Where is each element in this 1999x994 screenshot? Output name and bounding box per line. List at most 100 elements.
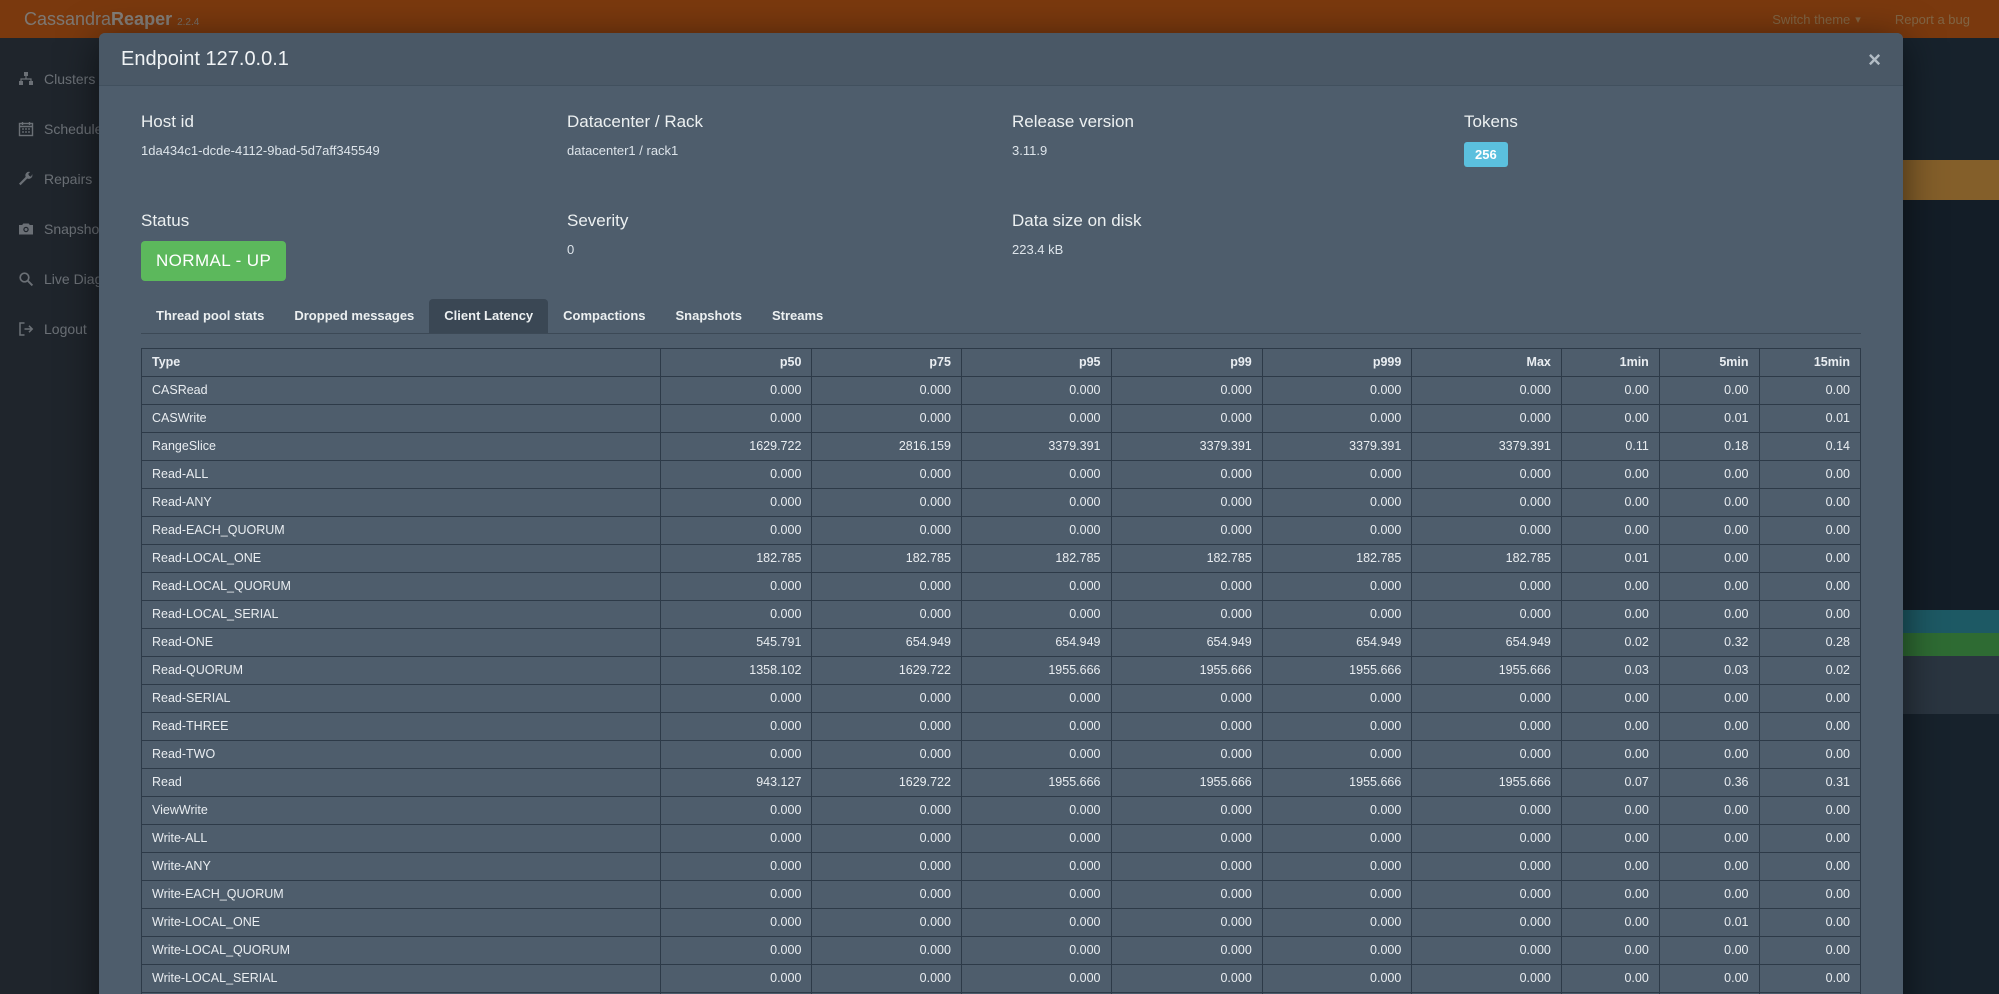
metric-value-cell: 0.00 xyxy=(1759,881,1860,909)
tab[interactable]: Dropped messages xyxy=(279,299,429,333)
metric-value-cell: 0.03 xyxy=(1659,657,1759,685)
metric-value-cell: 0.31 xyxy=(1759,769,1860,797)
table-row: Write-LOCAL_SERIAL 0.0000.0000.0000.0000… xyxy=(142,965,1861,993)
tab[interactable]: Compactions xyxy=(548,299,660,333)
metric-value-cell: 0.00 xyxy=(1561,517,1659,545)
metric-value-cell: 1955.666 xyxy=(1111,769,1262,797)
field-label: Host id xyxy=(141,112,567,132)
metric-value-cell: 0.000 xyxy=(1111,853,1262,881)
metric-value-cell: 0.000 xyxy=(961,601,1111,629)
tab[interactable]: Streams xyxy=(757,299,838,333)
endpoint-field: Data size on disk 223.4 kB xyxy=(1012,211,1464,281)
metric-value-cell: 182.785 xyxy=(661,545,812,573)
metric-value-cell: 0.00 xyxy=(1659,601,1759,629)
field-label: Data size on disk xyxy=(1012,211,1464,231)
tab[interactable]: Thread pool stats xyxy=(141,299,279,333)
table-row: Read-SERIAL 0.0000.0000.0000.0000.0000.0… xyxy=(142,685,1861,713)
metric-value-cell: 0.000 xyxy=(812,685,962,713)
tab[interactable]: Client Latency xyxy=(429,299,548,333)
endpoint-info-row-2: Status NORMAL - UP Severity 0 Data size … xyxy=(141,211,1861,281)
metric-value-cell: 0.28 xyxy=(1759,629,1860,657)
metric-type-cell: Write-LOCAL_QUORUM xyxy=(142,937,661,965)
metric-value-cell: 0.000 xyxy=(812,461,962,489)
metric-value-cell: 0.000 xyxy=(661,517,812,545)
metric-value-cell: 0.00 xyxy=(1659,965,1759,993)
field-value: 1da434c1-dcde-4112-9bad-5d7aff345549 xyxy=(141,143,380,158)
metric-value-cell: 0.000 xyxy=(812,517,962,545)
table-row: ViewWrite 0.0000.0000.0000.0000.0000.000… xyxy=(142,797,1861,825)
metric-value-cell: 0.000 xyxy=(1412,685,1562,713)
metric-value-cell: 0.000 xyxy=(1412,377,1562,405)
metric-value-cell: 0.00 xyxy=(1759,965,1860,993)
metric-type-cell: Write-ALL xyxy=(142,825,661,853)
metric-value-cell: 0.000 xyxy=(812,909,962,937)
metric-value-cell: 0.000 xyxy=(1412,909,1562,937)
field-value: 256 xyxy=(1464,142,1508,167)
metric-value-cell: 0.000 xyxy=(1111,937,1262,965)
metric-value-cell: 0.000 xyxy=(1262,685,1412,713)
metric-value-cell: 0.000 xyxy=(1412,405,1562,433)
column-header: p999 xyxy=(1262,349,1412,377)
field-value: NORMAL - UP xyxy=(141,241,286,281)
endpoint-info-row-1: Host id 1da434c1-dcde-4112-9bad-5d7aff34… xyxy=(141,112,1861,167)
metrics-tabs: Thread pool stats Dropped messages Clien… xyxy=(141,299,1861,334)
metric-value-cell: 1629.722 xyxy=(812,769,962,797)
metric-value-cell: 0.000 xyxy=(1111,461,1262,489)
metric-value-cell: 0.000 xyxy=(1262,713,1412,741)
metric-value-cell: 0.36 xyxy=(1659,769,1759,797)
metric-value-cell: 1955.666 xyxy=(1412,769,1562,797)
metric-value-cell: 0.000 xyxy=(661,937,812,965)
metric-value-cell: 0.000 xyxy=(961,853,1111,881)
metric-value-cell: 182.785 xyxy=(812,545,962,573)
metric-value-cell: 0.000 xyxy=(1262,937,1412,965)
metric-value-cell: 0.00 xyxy=(1659,937,1759,965)
tab[interactable]: Snapshots xyxy=(661,299,757,333)
metric-value-cell: 1955.666 xyxy=(1111,657,1262,685)
metric-value-cell: 943.127 xyxy=(661,769,812,797)
metric-value-cell: 0.000 xyxy=(661,713,812,741)
table-row: CASRead 0.0000.0000.0000.0000.0000.0000.… xyxy=(142,377,1861,405)
metric-type-cell: Write-EACH_QUORUM xyxy=(142,881,661,909)
close-icon[interactable]: × xyxy=(1868,49,1881,71)
metric-value-cell: 0.00 xyxy=(1759,909,1860,937)
metric-value-cell: 1629.722 xyxy=(812,657,962,685)
metric-value-cell: 0.11 xyxy=(1561,433,1659,461)
modal-header: Endpoint 127.0.0.1 × xyxy=(99,33,1903,86)
metric-value-cell: 0.000 xyxy=(1412,713,1562,741)
metric-value-cell: 0.000 xyxy=(661,741,812,769)
metric-type-cell: Read-THREE xyxy=(142,713,661,741)
table-row: Read-ANY 0.0000.0000.0000.0000.0000.0000… xyxy=(142,489,1861,517)
table-header-row: Typep50p75p95p99p999Max1min5min15min xyxy=(142,349,1861,377)
table-row: Write-EACH_QUORUM 0.0000.0000.0000.0000.… xyxy=(142,881,1861,909)
metric-value-cell: 0.000 xyxy=(961,965,1111,993)
metric-value-cell: 0.01 xyxy=(1759,405,1860,433)
metric-value-cell: 0.000 xyxy=(1111,741,1262,769)
table-row: RangeSlice 1629.7222816.1593379.3913379.… xyxy=(142,433,1861,461)
metric-value-cell: 0.000 xyxy=(812,825,962,853)
metric-value-cell: 0.000 xyxy=(961,937,1111,965)
field-label: Datacenter / Rack xyxy=(567,112,1012,132)
endpoint-field: Tokens 256 xyxy=(1464,112,1861,167)
metric-value-cell: 0.000 xyxy=(1262,825,1412,853)
column-header: p99 xyxy=(1111,349,1262,377)
metric-value-cell: 3379.391 xyxy=(961,433,1111,461)
metric-value-cell: 0.000 xyxy=(1412,797,1562,825)
metric-value-cell: 0.000 xyxy=(1412,881,1562,909)
column-header: Type xyxy=(142,349,661,377)
metric-value-cell: 0.00 xyxy=(1759,545,1860,573)
metric-value-cell: 0.000 xyxy=(661,685,812,713)
metric-value-cell: 0.000 xyxy=(961,909,1111,937)
metric-value-cell: 0.000 xyxy=(661,881,812,909)
metric-value-cell: 182.785 xyxy=(1412,545,1562,573)
metric-value-cell: 0.00 xyxy=(1759,489,1860,517)
metric-value-cell: 654.949 xyxy=(812,629,962,657)
metric-value-cell: 0.000 xyxy=(961,797,1111,825)
table-row: Read-THREE 0.0000.0000.0000.0000.0000.00… xyxy=(142,713,1861,741)
metric-value-cell: 0.00 xyxy=(1759,937,1860,965)
metric-value-cell: 0.000 xyxy=(1111,517,1262,545)
metric-value-cell: 0.00 xyxy=(1759,377,1860,405)
column-header: p75 xyxy=(812,349,962,377)
metric-value-cell: 3379.391 xyxy=(1262,433,1412,461)
metric-value-cell: 0.00 xyxy=(1759,573,1860,601)
metric-value-cell: 0.00 xyxy=(1659,573,1759,601)
